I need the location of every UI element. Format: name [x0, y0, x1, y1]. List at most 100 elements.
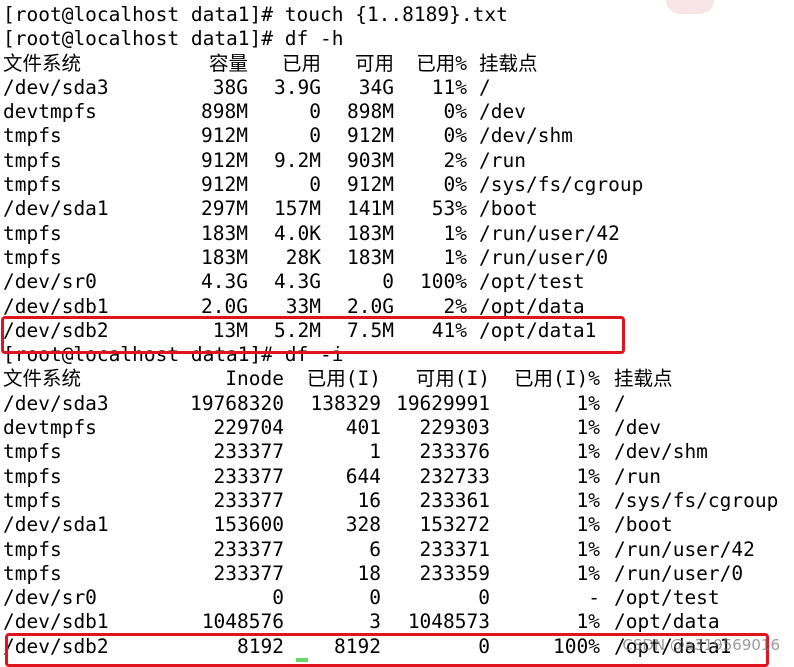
cell-mount-point: /opt/data [614, 610, 720, 634]
cell-mount-point: /sys/fs/cgroup [479, 173, 644, 197]
table-row: /dev/sdb2 13M 5.2M 7.5M 41% /opt/data1 [3, 319, 793, 343]
cell-size: 4.3G [201, 270, 248, 294]
cell-ifree: 153272 [419, 513, 490, 537]
cell-filesystem: tmpfs [3, 173, 62, 197]
shell-prompt: [root@localhost data1]# [3, 27, 285, 51]
shell-prompt: [root@localhost data1]# [3, 3, 285, 26]
cell-filesystem: /dev/sda1 [3, 513, 109, 537]
table-row: tmpfs 912M 9.2M 903M 2% /run [3, 149, 793, 173]
command-line-df-h: [root@localhost data1]# df -h [3, 27, 793, 51]
table-row: /dev/sda3 19768320 138329 19629991 1% / [3, 392, 793, 416]
cell-inodes: 0 [272, 586, 284, 610]
cell-use-percent: 11% [431, 75, 467, 99]
cell-used: 4.0K [274, 221, 321, 245]
cell-use-percent: 2% [443, 294, 467, 318]
terminal-output[interactable]: [root@localhost data1]# touch {1..8189}.… [3, 3, 793, 659]
table-row: devtmpfs 898M 0 898M 0% /dev [3, 100, 793, 124]
cell-iused: 8192 [334, 634, 381, 658]
cell-iuse-percent: - [588, 586, 600, 610]
cell-ifree: 233359 [419, 561, 490, 585]
cell-inodes: 1048576 [201, 610, 284, 634]
cell-mount-point: /boot [614, 513, 673, 537]
cell-filesystem: /dev/sda3 [3, 391, 109, 415]
cell-iused: 18 [357, 561, 381, 585]
cell-ifree: 可用(I) [415, 367, 490, 391]
cell-mount-point: /run [479, 148, 526, 172]
cell-iuse-percent: 1% [576, 513, 600, 537]
cell-iuse-percent: 1% [576, 464, 600, 488]
cell-iused: 3 [369, 610, 381, 634]
cell-size: 183M [201, 245, 248, 269]
table-row: /dev/sda1 297M 157M 141M 53% /boot [3, 197, 793, 221]
table-row: tmpfs 233377 18 233359 1% /run/user/0 [3, 562, 793, 586]
cell-filesystem: tmpfs [3, 221, 62, 245]
cell-inodes: 229704 [213, 416, 284, 440]
cell-inodes: 19768320 [190, 391, 284, 415]
cell-iused: 0 [369, 586, 381, 610]
cursor-marker [296, 658, 308, 662]
cell-used: 0 [309, 124, 321, 148]
cell-use-percent: 2% [443, 148, 467, 172]
cell-filesystem: tmpfs [3, 537, 62, 561]
command-text: df -i [284, 343, 344, 367]
cell-iused: 644 [345, 464, 381, 488]
cell-iused: 16 [357, 488, 381, 512]
table-row: tmpfs 183M 28K 183M 1% /run/user/0 [3, 246, 793, 270]
cell-used: 9.2M [274, 148, 321, 172]
shell-prompt: [root@localhost data1]# [3, 343, 285, 367]
table-row: tmpfs 912M 0 912M 0% /dev/shm [3, 124, 793, 148]
cell-filesystem: /dev/sdb1 [3, 294, 109, 318]
cell-inodes: 233377 [213, 488, 284, 512]
cell-inodes: 233377 [213, 537, 284, 561]
table-row: tmpfs 233377 1 233376 1% /dev/shm [3, 440, 793, 464]
cell-size: 2.0G [201, 294, 248, 318]
cell-use-percent: 已用% [416, 51, 467, 75]
cell-use-percent: 0% [443, 124, 467, 148]
cell-mount-point: / [614, 391, 626, 415]
cell-mount-point: /opt/test [614, 586, 720, 610]
cell-inodes: Inode [225, 367, 284, 391]
cell-mount-point: /boot [479, 197, 538, 221]
cell-filesystem: tmpfs [3, 148, 62, 172]
table-row: tmpfs 233377 16 233361 1% /sys/fs/cgroup [3, 489, 793, 513]
cell-size: 183M [201, 221, 248, 245]
table-row: tmpfs 912M 0 912M 0% /sys/fs/cgroup [3, 173, 793, 197]
table-row: /dev/sdb1 1048576 3 1048573 1% /opt/data [3, 610, 793, 634]
table-row: /dev/sdb1 2.0G 33M 2.0G 2% /opt/data [3, 295, 793, 319]
cell-size: 912M [201, 148, 248, 172]
cell-iused: 328 [345, 513, 381, 537]
table-header-row: 文件系统 容量 已用 可用 已用% 挂载点 [3, 52, 793, 76]
cell-mount-point: /dev [479, 100, 526, 124]
cell-iused: 已用(I) [306, 367, 381, 391]
cell-used: 0 [309, 100, 321, 124]
cell-ifree: 229303 [419, 416, 490, 440]
cell-mount-point: /opt/data1 [479, 318, 597, 342]
table-row: tmpfs 233377 6 233371 1% /run/user/42 [3, 538, 793, 562]
cell-mount-point: /dev [614, 416, 661, 440]
cell-filesystem: tmpfs [3, 124, 62, 148]
cell-iuse-percent: 1% [576, 488, 600, 512]
table-row: tmpfs 183M 4.0K 183M 1% /run/user/42 [3, 222, 793, 246]
cell-size: 912M [201, 124, 248, 148]
cell-filesystem: devtmpfs [3, 100, 97, 124]
table-row: /dev/sr0 4.3G 4.3G 0 100% /opt/test [3, 270, 793, 294]
cell-iused: 138329 [310, 391, 381, 415]
cell-filesystem: /dev/sr0 [3, 586, 97, 610]
cell-size: 13M [212, 318, 248, 342]
cell-mount-point: /run/user/0 [614, 561, 744, 585]
command-text: df -h [284, 27, 344, 51]
cell-available: 2.0G [347, 294, 394, 318]
table-header-row: 文件系统 Inode 已用(I) 可用(I) 已用(I)% 挂载点 [3, 367, 793, 391]
cell-mount-point: /run/user/42 [614, 537, 755, 561]
command-line-touch: [root@localhost data1]# touch {1..8189}.… [3, 3, 793, 27]
cell-size: 容量 [208, 51, 248, 75]
cell-mount-point: /run/user/0 [479, 245, 609, 269]
cell-mount-point: 挂载点 [479, 51, 538, 75]
cell-mount-point: /sys/fs/cgroup [614, 488, 779, 512]
cell-mount-point: /opt/data [479, 294, 585, 318]
cell-filesystem: /dev/sr0 [3, 270, 97, 294]
cell-ifree: 19629991 [396, 391, 490, 415]
cell-filesystem: tmpfs [3, 464, 62, 488]
cell-filesystem: tmpfs [3, 440, 62, 464]
cell-mount-point: /dev/shm [479, 124, 573, 148]
